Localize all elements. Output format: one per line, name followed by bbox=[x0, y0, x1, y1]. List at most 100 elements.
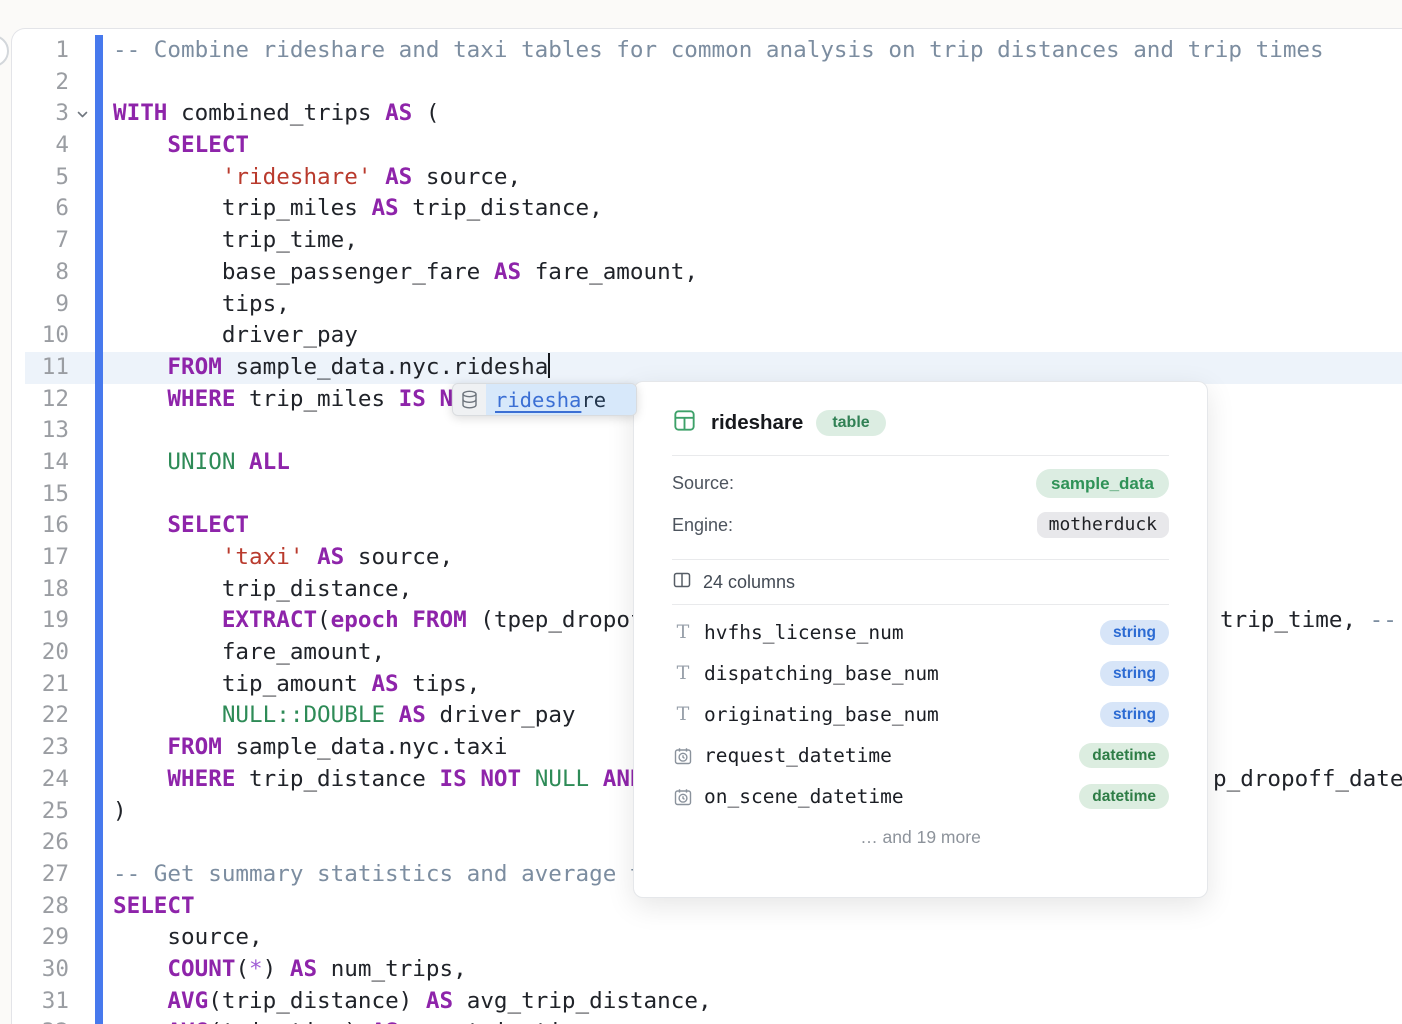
line-number: 12 bbox=[12, 384, 69, 416]
code-line[interactable]: 31 AVG(trip_distance) AS avg_trip_distan… bbox=[12, 986, 1402, 1018]
popover-header: rideshare table bbox=[672, 408, 1169, 438]
code-text: base_passenger_fare AS fare_amount, bbox=[103, 257, 698, 289]
fold-gutter bbox=[69, 67, 95, 99]
code-text: source, bbox=[103, 922, 263, 954]
fold-gutter bbox=[69, 35, 95, 67]
code-text: ) bbox=[103, 796, 127, 828]
code-line[interactable]: 30 COUNT(*) AS num_trips, bbox=[12, 954, 1402, 986]
divider bbox=[672, 455, 1169, 456]
fold-gutter bbox=[69, 637, 95, 669]
chevron-down-icon[interactable] bbox=[69, 98, 95, 130]
fold-gutter bbox=[69, 574, 95, 606]
line-number: 31 bbox=[12, 986, 69, 1018]
fold-gutter bbox=[69, 954, 95, 986]
datetime-type-icon bbox=[672, 746, 694, 766]
line-number: 19 bbox=[12, 605, 69, 637]
line-number: 6 bbox=[12, 193, 69, 225]
fold-gutter bbox=[69, 447, 95, 479]
column-row: Toriginating_base_numstring bbox=[672, 694, 1169, 735]
info-row: Engine: motherduck bbox=[672, 504, 1169, 546]
line-number: 13 bbox=[12, 415, 69, 447]
column-name: hvfhs_license_num bbox=[704, 621, 904, 644]
code-text: SELECT bbox=[103, 510, 249, 542]
line-number: 5 bbox=[12, 162, 69, 194]
fold-gutter bbox=[69, 384, 95, 416]
fold-gutter bbox=[69, 257, 95, 289]
code-line[interactable]: 10 driver_pay bbox=[12, 320, 1402, 352]
fold-gutter bbox=[69, 922, 95, 954]
fold-gutter bbox=[69, 827, 95, 859]
line-number: 17 bbox=[12, 542, 69, 574]
line-number: 21 bbox=[12, 669, 69, 701]
info-value-pill: motherduck bbox=[1037, 512, 1169, 538]
fold-gutter bbox=[69, 225, 95, 257]
table-info-popover: rideshare table Source:sample_dataEngine… bbox=[633, 381, 1208, 898]
code-line[interactable]: 29 source, bbox=[12, 922, 1402, 954]
fold-gutter bbox=[69, 891, 95, 923]
code-text bbox=[103, 67, 113, 99]
line-number: 9 bbox=[12, 289, 69, 321]
line-number: 11 bbox=[12, 352, 69, 384]
column-type-pill: datetime bbox=[1079, 784, 1169, 810]
code-text: trip_time, bbox=[103, 225, 358, 257]
code-text: driver_pay bbox=[103, 320, 358, 352]
info-row: Source:sample_data bbox=[672, 462, 1169, 504]
info-label: Engine: bbox=[672, 515, 733, 536]
fold-gutter bbox=[69, 764, 95, 796]
code-line[interactable]: 1-- Combine rideshare and taxi tables fo… bbox=[12, 35, 1402, 67]
info-label: Source: bbox=[672, 473, 734, 494]
code-line[interactable]: 9 tips, bbox=[12, 289, 1402, 321]
column-name: request_datetime bbox=[704, 744, 892, 767]
line-number: 14 bbox=[12, 447, 69, 479]
line-number: 20 bbox=[12, 637, 69, 669]
column-row: Tdispatching_base_numstring bbox=[672, 653, 1169, 694]
active-cell-indicator bbox=[95, 35, 103, 1024]
code-text: tip_amount AS tips, bbox=[103, 669, 480, 701]
code-text: 'taxi' AS source, bbox=[103, 542, 453, 574]
line-number: 16 bbox=[12, 510, 69, 542]
fold-gutter bbox=[69, 510, 95, 542]
code-text: WITH combined_trips AS ( bbox=[103, 98, 440, 130]
code-line[interactable]: 2 bbox=[12, 67, 1402, 99]
line-number: 25 bbox=[12, 796, 69, 828]
code-text: FROM sample_data.nyc.ridesha bbox=[103, 352, 550, 384]
fold-gutter bbox=[69, 479, 95, 511]
code-line[interactable]: 4 SELECT bbox=[12, 130, 1402, 162]
code-line[interactable]: 6 trip_miles AS trip_distance, bbox=[12, 193, 1402, 225]
code-line[interactable]: 5 'rideshare' AS source, bbox=[12, 162, 1402, 194]
line-number: 27 bbox=[12, 859, 69, 891]
table-icon bbox=[672, 408, 697, 438]
code-text: trip_distance, bbox=[103, 574, 412, 606]
code-line[interactable]: 3 WITH combined_trips AS ( bbox=[12, 98, 1402, 130]
column-type-pill: string bbox=[1100, 702, 1169, 728]
code-text: WHERE trip_miles IS N bbox=[103, 384, 453, 416]
text-type-icon: T bbox=[672, 664, 694, 683]
line-number: 23 bbox=[12, 732, 69, 764]
code-text: UNION ALL bbox=[103, 447, 290, 479]
fold-gutter bbox=[69, 986, 95, 1018]
code-line-active[interactable]: 11 FROM sample_data.nyc.ridesha bbox=[12, 352, 1402, 384]
code-text: WHERE trip_distance IS NOT NULL AND bbox=[103, 764, 644, 796]
more-columns-note: … and 19 more bbox=[672, 817, 1169, 857]
code-text-fragment: trip_time, -- bbox=[1220, 605, 1397, 637]
code-line[interactable]: 32 AVG(trip_time) AS avg_trip_time, bbox=[12, 1017, 1402, 1024]
autocomplete-item-rideshare[interactable]: rideshare bbox=[486, 384, 636, 415]
code-text: trip_miles AS trip_distance, bbox=[103, 193, 603, 225]
line-number: 3 bbox=[12, 98, 69, 130]
line-number: 30 bbox=[12, 954, 69, 986]
columns-count: 24 columns bbox=[703, 572, 795, 593]
line-number: 2 bbox=[12, 67, 69, 99]
fold-gutter bbox=[69, 162, 95, 194]
code-text: SELECT bbox=[103, 891, 195, 923]
code-line[interactable]: 8 base_passenger_fare AS fare_amount, bbox=[12, 257, 1402, 289]
code-text bbox=[103, 827, 113, 859]
info-rows: Source:sample_data Engine: motherduck bbox=[672, 462, 1169, 546]
line-number: 15 bbox=[12, 479, 69, 511]
code-line[interactable]: 7 trip_time, bbox=[12, 225, 1402, 257]
line-number: 26 bbox=[12, 827, 69, 859]
column-name: originating_base_num bbox=[704, 703, 939, 726]
offscreen-round-button bbox=[0, 35, 9, 67]
column-type-pill: string bbox=[1100, 661, 1169, 687]
code-text: SELECT bbox=[103, 130, 249, 162]
line-number: 28 bbox=[12, 891, 69, 923]
